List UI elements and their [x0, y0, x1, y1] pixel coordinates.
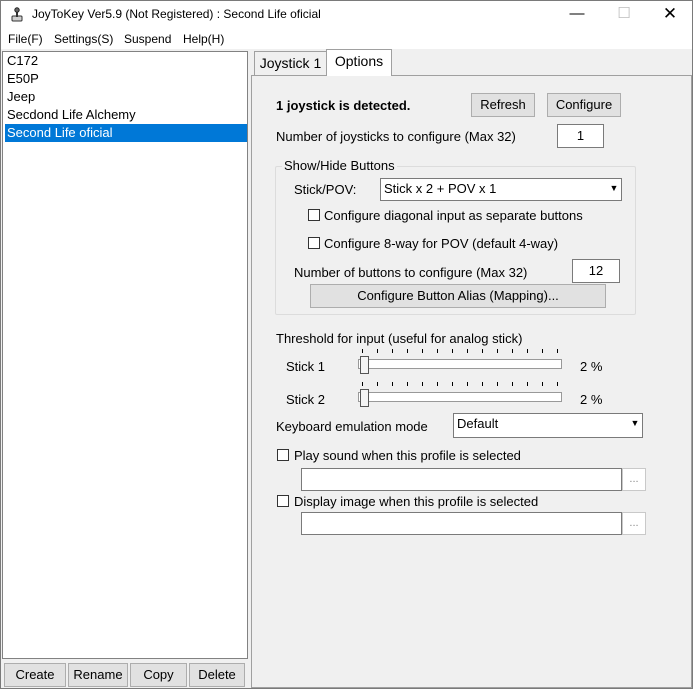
slider-tick	[362, 382, 363, 386]
diagonal-label[interactable]: Configure diagonal input as separate but…	[324, 208, 583, 223]
diagonal-checkbox[interactable]	[308, 209, 320, 221]
slider-tick	[542, 349, 543, 353]
chevron-down-icon: ▼	[606, 179, 621, 200]
slider-tick	[392, 349, 393, 353]
profile-item[interactable]: E50P	[5, 70, 247, 88]
stick1-slider-track[interactable]	[358, 359, 562, 369]
image-browse-button[interactable]: ...	[622, 512, 646, 535]
menu-settings[interactable]: Settings(S)	[54, 32, 113, 46]
maximize-button[interactable]: ☐	[601, 1, 647, 29]
slider-tick	[497, 349, 498, 353]
stick-pov-label: Stick/POV:	[294, 182, 357, 197]
menu-bar: File(F) Settings(S) Suspend Help(H)	[1, 29, 692, 49]
slider-tick	[542, 382, 543, 386]
threshold-label: Threshold for input (useful for analog s…	[276, 331, 523, 346]
slider-tick	[437, 349, 438, 353]
stick2-slider-thumb[interactable]	[360, 389, 369, 407]
slider-tick	[467, 382, 468, 386]
slider-tick	[377, 382, 378, 386]
group-title: Show/Hide Buttons	[282, 158, 397, 173]
slider-tick	[362, 349, 363, 353]
slider-tick	[482, 382, 483, 386]
slider-tick	[377, 349, 378, 353]
profile-item[interactable]: C172	[5, 52, 247, 70]
configure-button-alias-button[interactable]: Configure Button Alias (Mapping)...	[310, 284, 606, 308]
display-image-checkbox[interactable]	[277, 495, 289, 507]
pov8-checkbox[interactable]	[308, 237, 320, 249]
keyboard-mode-label: Keyboard emulation mode	[276, 419, 428, 434]
slider-tick	[452, 349, 453, 353]
slider-tick	[512, 349, 513, 353]
menu-suspend[interactable]: Suspend	[124, 32, 171, 46]
stick-pov-select[interactable]: Stick x 2 + POV x 1 ▼	[380, 178, 622, 201]
stick1-label: Stick 1	[286, 359, 326, 374]
refresh-button[interactable]: Refresh	[471, 93, 535, 117]
slider-tick	[422, 382, 423, 386]
rename-button[interactable]: Rename	[68, 663, 128, 687]
keyboard-mode-select[interactable]: Default ▼	[453, 413, 643, 438]
chevron-down-icon: ▼	[627, 414, 642, 437]
slider-tick	[527, 349, 528, 353]
stick2-value: 2 %	[580, 392, 603, 407]
delete-button[interactable]: Delete	[189, 663, 245, 687]
slider-tick	[407, 382, 408, 386]
tab-joystick-1[interactable]: Joystick 1	[254, 51, 327, 75]
pov8-label[interactable]: Configure 8-way for POV (default 4-way)	[324, 236, 558, 251]
display-image-label[interactable]: Display image when this profile is selec…	[294, 494, 538, 509]
options-panel: 1 joystick is detected. Refresh Configur…	[251, 76, 692, 688]
play-sound-checkbox[interactable]	[277, 449, 289, 461]
window-title: JoyToKey Ver5.9 (Not Registered) : Secon…	[32, 7, 321, 21]
menu-file[interactable]: File(F)	[8, 32, 43, 46]
slider-tick	[527, 382, 528, 386]
image-path-input[interactable]	[301, 512, 622, 535]
num-joysticks-label: Number of joysticks to configure (Max 32…	[276, 129, 516, 144]
main-window: JoyToKey Ver5.9 (Not Registered) : Secon…	[0, 0, 693, 689]
stick2-slider-track[interactable]	[358, 392, 562, 402]
menu-help[interactable]: Help(H)	[183, 32, 224, 46]
stick1-slider-thumb[interactable]	[360, 356, 369, 374]
copy-button[interactable]: Copy	[130, 663, 187, 687]
keyboard-mode-value: Default	[457, 416, 499, 431]
slider-tick	[407, 349, 408, 353]
configure-button[interactable]: Configure	[547, 93, 621, 117]
slider-tick	[557, 382, 558, 386]
slider-tick	[392, 382, 393, 386]
joystick-app-icon	[11, 7, 23, 22]
joystick-detected-text: 1 joystick is detected.	[276, 98, 411, 113]
sound-browse-button[interactable]: ...	[622, 468, 646, 491]
slider-tick	[497, 382, 498, 386]
slider-tick	[422, 349, 423, 353]
slider-tick	[452, 382, 453, 386]
play-sound-label[interactable]: Play sound when this profile is selected	[294, 448, 521, 463]
profile-item[interactable]: Jeep	[5, 88, 247, 106]
stick2-label: Stick 2	[286, 392, 326, 407]
sound-path-input[interactable]	[301, 468, 622, 491]
profile-list[interactable]: C172 E50P Jeep Secdond Life Alchemy Seco…	[2, 51, 248, 659]
tab-options[interactable]: Options	[326, 49, 392, 76]
slider-tick	[437, 382, 438, 386]
slider-tick	[482, 349, 483, 353]
create-button[interactable]: Create	[4, 663, 66, 687]
minimize-button[interactable]: —	[554, 1, 600, 29]
profile-item-selected[interactable]: Second Life oficial	[5, 124, 247, 142]
num-buttons-label: Number of buttons to configure (Max 32)	[294, 265, 528, 280]
stick1-value: 2 %	[580, 359, 603, 374]
slider-tick	[557, 349, 558, 353]
num-buttons-input[interactable]: 12	[572, 259, 620, 283]
slider-tick	[512, 382, 513, 386]
slider-tick	[467, 349, 468, 353]
title-bar[interactable]: JoyToKey Ver5.9 (Not Registered) : Secon…	[1, 1, 692, 29]
stick-pov-value: Stick x 2 + POV x 1	[384, 181, 497, 196]
close-button[interactable]: ✕	[647, 1, 693, 29]
num-joysticks-input[interactable]: 1	[557, 124, 604, 148]
profile-item[interactable]: Secdond Life Alchemy	[5, 106, 247, 124]
